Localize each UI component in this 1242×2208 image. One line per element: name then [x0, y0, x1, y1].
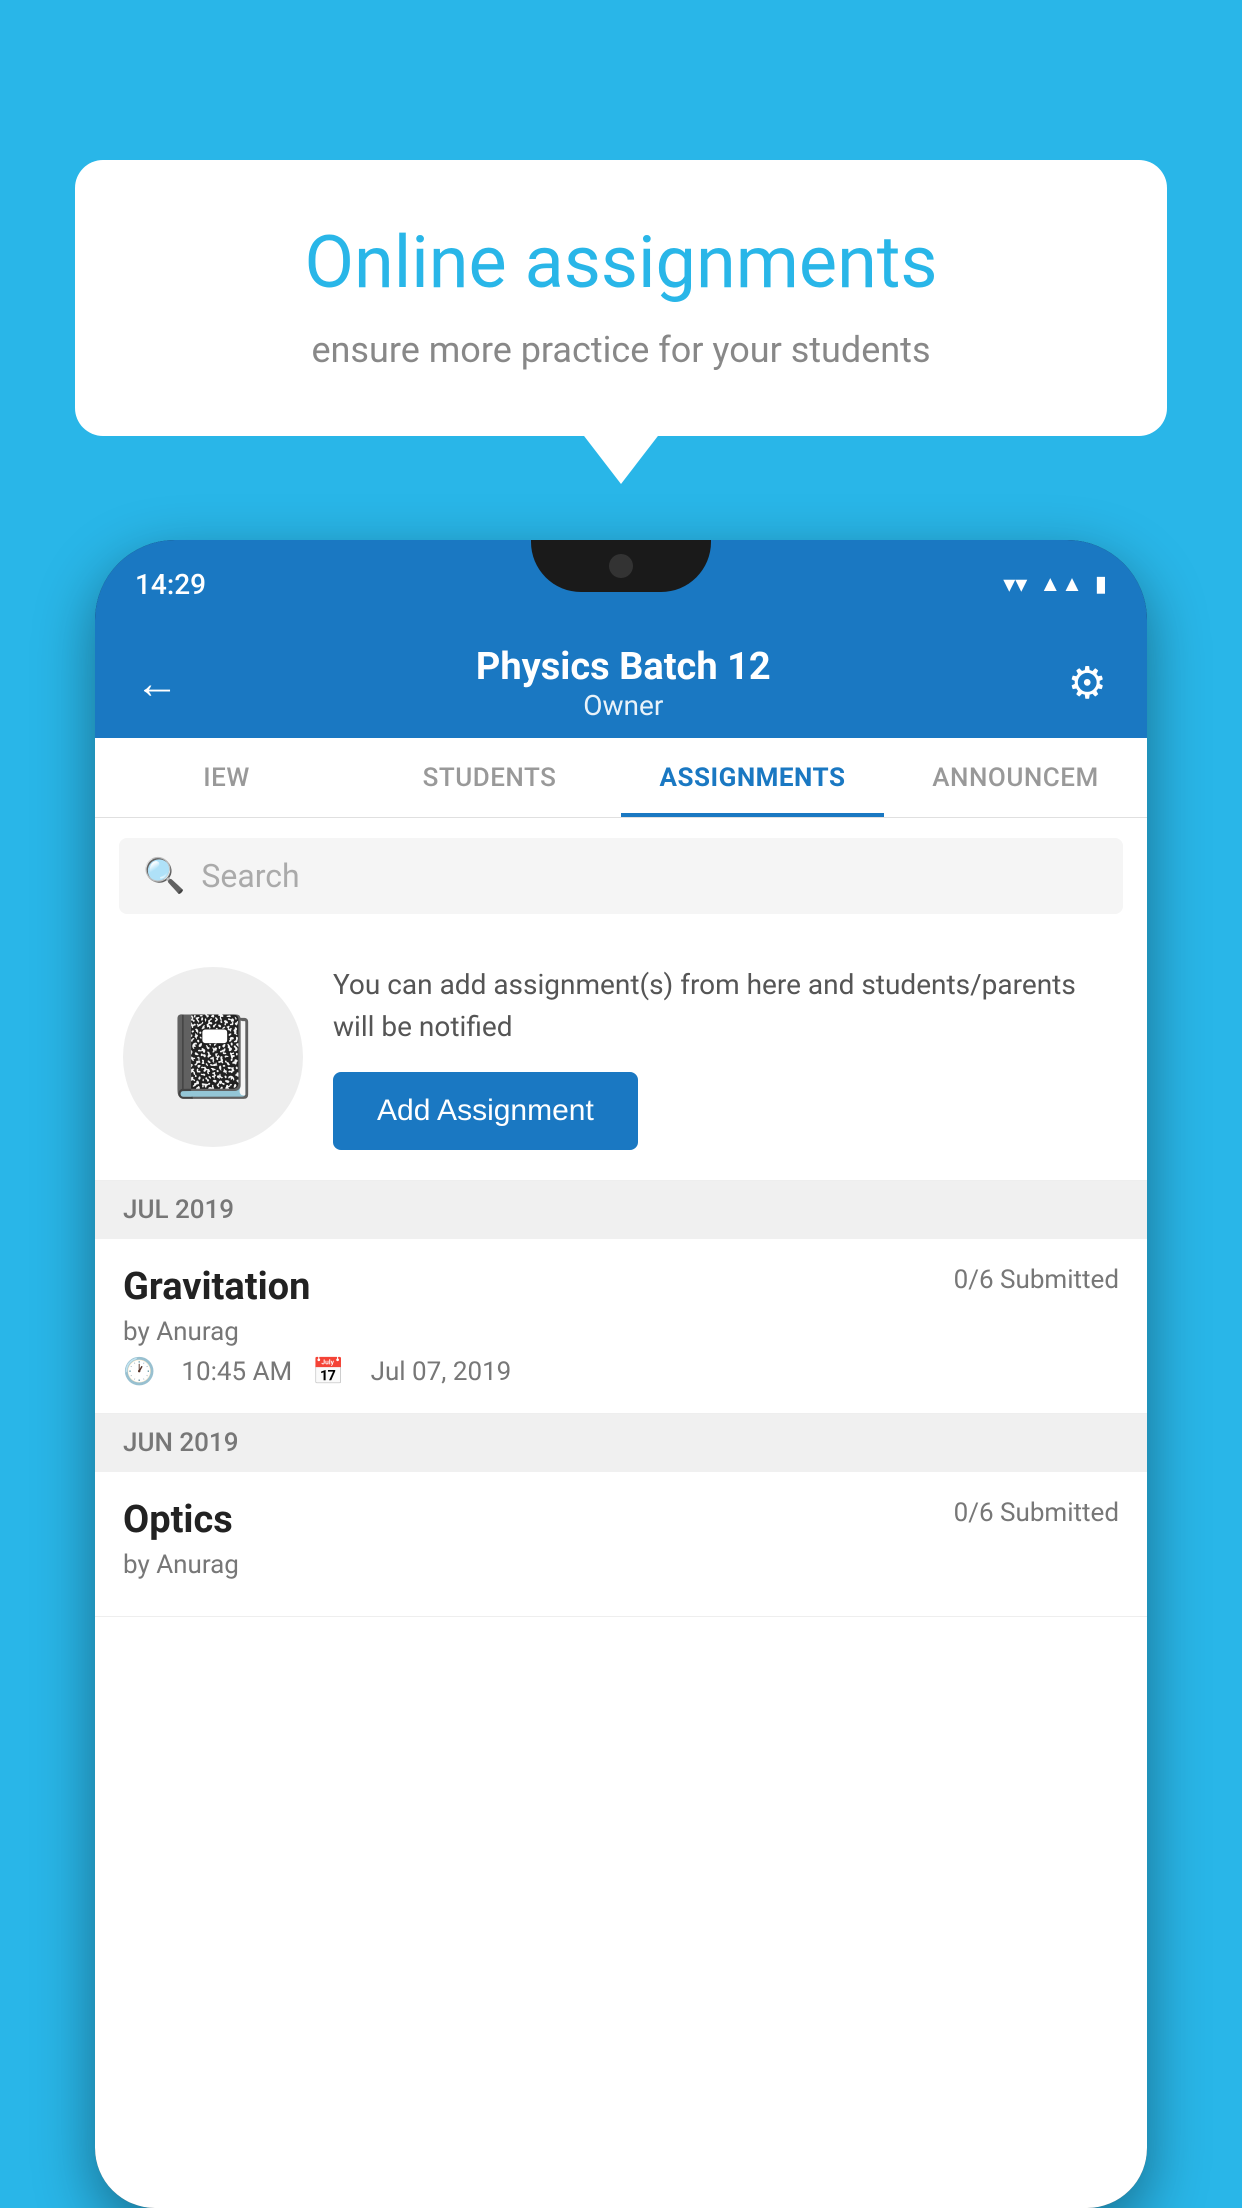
phone-inner: IEW STUDENTS ASSIGNMENTS ANNOUNCEM 🔍 Sea…: [95, 738, 1147, 2208]
assignment-date: Jul 07, 2019: [371, 1357, 512, 1387]
header-title: Physics Batch 12: [476, 645, 771, 689]
search-bar[interactable]: 🔍 Search: [119, 838, 1123, 914]
tab-students[interactable]: STUDENTS: [358, 738, 621, 817]
assignment-top-row-optics: Optics 0/6 Submitted: [123, 1498, 1119, 1542]
assignment-name: Gravitation: [123, 1265, 310, 1309]
status-time: 14:29: [135, 568, 206, 601]
settings-icon[interactable]: ⚙: [1068, 657, 1107, 709]
status-icons: ▾▾ ▲▲ ▮: [1003, 570, 1107, 598]
promo-content: You can add assignment(s) from here and …: [333, 964, 1119, 1150]
speech-bubble-card: Online assignments ensure more practice …: [75, 160, 1167, 436]
promo-text: You can add assignment(s) from here and …: [333, 964, 1119, 1048]
add-assignment-button[interactable]: Add Assignment: [333, 1072, 638, 1150]
phone-camera: [609, 554, 633, 578]
month-separator-jun: JUN 2019: [95, 1414, 1147, 1472]
assignment-meta: 🕐 10:45 AM 📅 Jul 07, 2019: [123, 1357, 1119, 1387]
tab-iew[interactable]: IEW: [95, 738, 358, 817]
assignment-item-gravitation[interactable]: Gravitation 0/6 Submitted by Anurag 🕐 10…: [95, 1239, 1147, 1414]
calendar-icon: 📅: [312, 1357, 344, 1387]
promo-section: 📓 You can add assignment(s) from here an…: [95, 934, 1147, 1181]
bubble-title: Online assignments: [145, 220, 1097, 305]
status-bar: 14:29 ▾▾ ▲▲ ▮: [95, 540, 1147, 628]
search-icon: 🔍: [143, 856, 185, 896]
header-subtitle: Owner: [476, 689, 771, 722]
battery-icon: ▮: [1095, 572, 1107, 597]
assignment-top-row: Gravitation 0/6 Submitted: [123, 1265, 1119, 1309]
time-icon: 🕐: [123, 1357, 155, 1387]
header-center: Physics Batch 12 Owner: [476, 645, 771, 722]
search-placeholder: Search: [201, 857, 299, 895]
phone-notch: [531, 540, 711, 592]
month-separator-jul: JUL 2019: [95, 1181, 1147, 1239]
tab-announcements[interactable]: ANNOUNCEM: [884, 738, 1147, 817]
assignment-by: by Anurag: [123, 1317, 1119, 1347]
assignment-submitted: 0/6 Submitted: [954, 1265, 1119, 1295]
bubble-subtitle: ensure more practice for your students: [145, 329, 1097, 371]
tab-assignments[interactable]: ASSIGNMENTS: [621, 738, 884, 817]
assignment-item-optics[interactable]: Optics 0/6 Submitted by Anurag: [95, 1472, 1147, 1617]
assignment-name-optics: Optics: [123, 1498, 233, 1542]
assignment-submitted-optics: 0/6 Submitted: [954, 1498, 1119, 1528]
wifi-icon: ▾▾: [1003, 570, 1027, 598]
promo-icon-circle: 📓: [123, 967, 303, 1147]
assignment-time: 10:45 AM: [181, 1357, 292, 1387]
notebook-icon: 📓: [163, 1010, 263, 1104]
tabs-bar: IEW STUDENTS ASSIGNMENTS ANNOUNCEM: [95, 738, 1147, 818]
phone-frame: 14:29 ▾▾ ▲▲ ▮ ← Physics Batch 12 Owner ⚙…: [95, 540, 1147, 2208]
assignment-by-optics: by Anurag: [123, 1550, 1119, 1580]
app-header: ← Physics Batch 12 Owner ⚙: [95, 628, 1147, 738]
back-button[interactable]: ←: [135, 657, 179, 709]
signal-icon: ▲▲: [1039, 571, 1083, 597]
